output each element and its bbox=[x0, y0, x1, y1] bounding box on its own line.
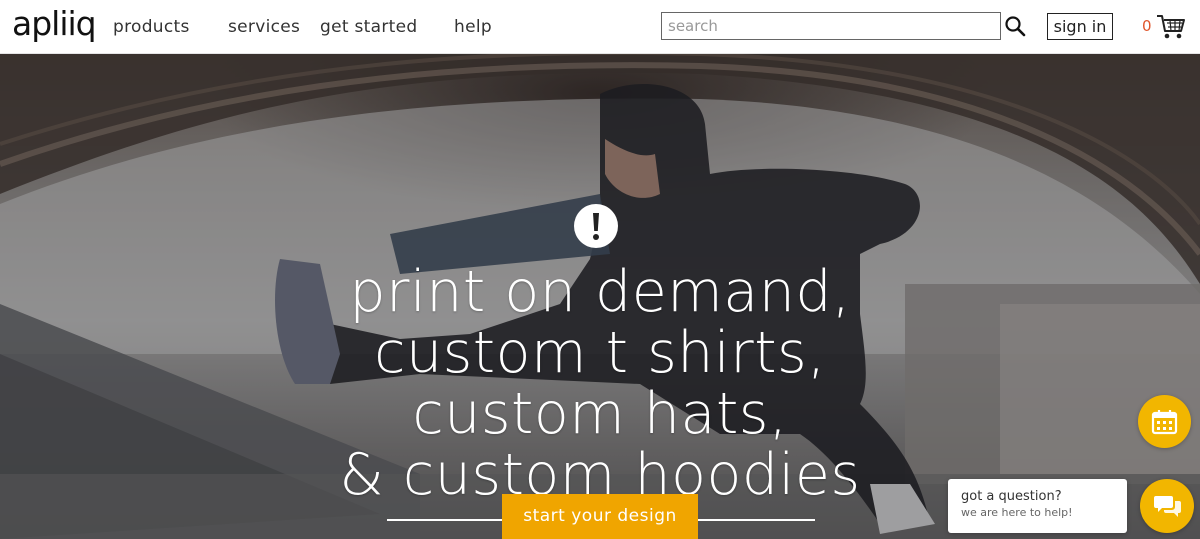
site-header: apliiq products services get started hel… bbox=[0, 0, 1200, 54]
calendar-button[interactable] bbox=[1138, 395, 1191, 448]
nav-services[interactable]: services bbox=[228, 17, 300, 37]
exclamation-circle-icon bbox=[574, 204, 618, 248]
headline-line: custom t shirts, bbox=[374, 320, 826, 386]
hero-banner: print on demand, custom t shirts, custom… bbox=[0, 54, 1200, 539]
chat-button[interactable] bbox=[1140, 479, 1194, 533]
cta-divider-right bbox=[695, 519, 815, 521]
headline-line: print on demand, bbox=[349, 259, 851, 325]
nav-products[interactable]: products bbox=[113, 17, 190, 37]
nav-help[interactable]: help bbox=[454, 17, 492, 37]
sign-in-button[interactable]: sign in bbox=[1047, 13, 1113, 40]
chat-bubbles-icon bbox=[1154, 496, 1181, 517]
search-input[interactable] bbox=[661, 12, 1001, 40]
calendar-icon bbox=[1151, 410, 1178, 435]
hero-headline: print on demand, custom t shirts, custom… bbox=[280, 262, 920, 506]
cta-divider-left bbox=[387, 519, 505, 521]
chat-subtext: we are here to help! bbox=[961, 506, 1073, 519]
chat-prompt[interactable]: got a question? we are here to help! bbox=[948, 479, 1127, 533]
search-icon[interactable] bbox=[1004, 15, 1026, 37]
chat-question-text: got a question? bbox=[961, 489, 1062, 504]
logo[interactable]: apliiq bbox=[12, 4, 97, 48]
start-design-button[interactable]: start your design bbox=[502, 494, 698, 539]
nav-get-started[interactable]: get started bbox=[320, 17, 417, 37]
headline-line: custom hats, bbox=[412, 381, 788, 447]
cart-count-badge: 0 bbox=[1142, 17, 1152, 35]
cart-icon[interactable] bbox=[1156, 13, 1186, 41]
